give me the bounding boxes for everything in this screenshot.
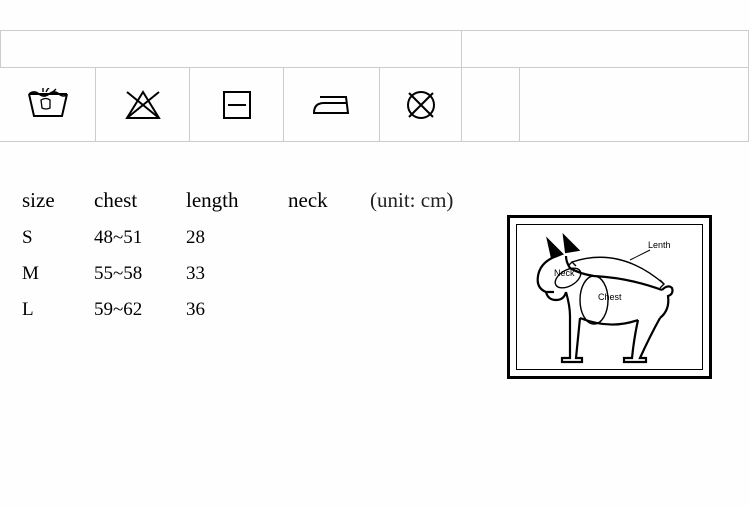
cell-chest: 59~62 xyxy=(94,293,184,327)
table-row: M 55~58 33 xyxy=(22,257,471,291)
size-chart-table: size chest length neck (unit: cm) S 48~5… xyxy=(20,180,473,329)
cell-neck xyxy=(288,293,368,327)
dry-in-shade-icon xyxy=(220,88,254,122)
header-size: size xyxy=(22,182,92,219)
cell-length: 36 xyxy=(186,293,286,327)
cell-size: L xyxy=(22,293,92,327)
cell-length: 28 xyxy=(186,221,286,255)
top-grid-row xyxy=(0,30,749,68)
header-chest: chest xyxy=(94,182,184,219)
diagram-label-neck: Neck xyxy=(554,268,575,278)
diagram-label-length: Lenth xyxy=(648,240,671,250)
cell-size: S xyxy=(22,221,92,255)
cell-neck xyxy=(288,257,368,291)
header-unit: (unit: cm) xyxy=(370,182,471,219)
cell-length: 33 xyxy=(186,257,286,291)
diagram-label-chest: Chest xyxy=(598,292,622,302)
do-not-dry-clean-icon xyxy=(404,88,438,122)
measurement-diagram: Lenth Neck Chest xyxy=(507,215,712,379)
cell-neck xyxy=(288,221,368,255)
do-not-bleach-icon xyxy=(123,88,163,122)
table-row: S 48~51 28 xyxy=(22,221,471,255)
hand-wash-icon xyxy=(26,88,70,122)
cell-chest: 48~51 xyxy=(94,221,184,255)
table-header-row: size chest length neck (unit: cm) xyxy=(22,182,471,219)
cell-size: M xyxy=(22,257,92,291)
header-length: length xyxy=(186,182,286,219)
header-neck: neck xyxy=(288,182,368,219)
cell-chest: 55~58 xyxy=(94,257,184,291)
table-row: L 59~62 36 xyxy=(22,293,471,327)
care-symbols-row xyxy=(0,68,749,142)
iron-low-icon xyxy=(310,91,354,119)
